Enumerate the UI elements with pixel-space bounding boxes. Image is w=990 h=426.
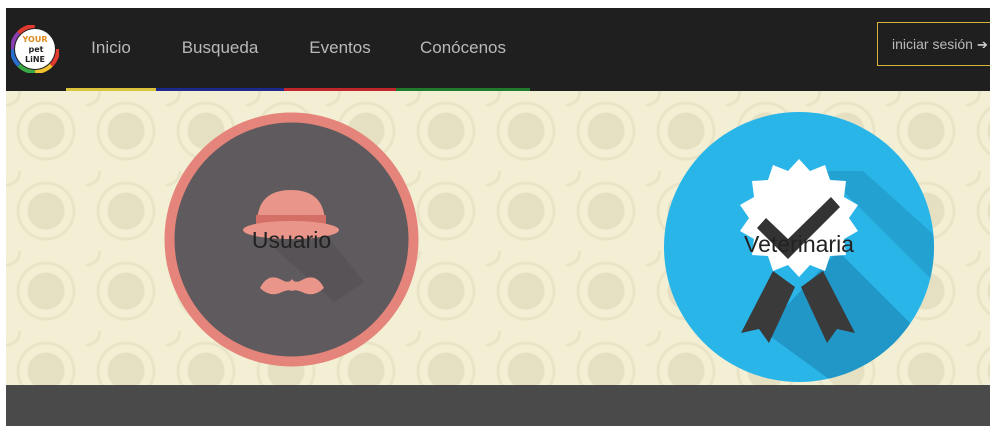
nav-item-label: Eventos bbox=[309, 38, 371, 57]
veterinaria-card-label: Veterinaria bbox=[744, 231, 854, 257]
hero-section: Usuario Veterinaria bbox=[6, 91, 990, 385]
logo-line-3: LiNE bbox=[25, 55, 45, 64]
nav-item-busqueda[interactable]: Busqueda bbox=[156, 8, 284, 91]
nav-item-conocenos[interactable]: Conócenos bbox=[396, 8, 530, 91]
veterinaria-card[interactable]: Veterinaria bbox=[663, 111, 935, 383]
usuario-card[interactable]: Usuario bbox=[164, 112, 419, 367]
login-button[interactable]: iniciar sesión ➔ bbox=[877, 22, 990, 66]
nav-item-label: Busqueda bbox=[181, 38, 259, 57]
usuario-card-label: Usuario bbox=[251, 227, 332, 253]
navbar: YOUR pet LiNE Inicio Busqueda Eventos Co… bbox=[6, 8, 990, 91]
nav-item-label: Conócenos bbox=[419, 38, 506, 57]
logo-icon: YOUR pet LiNE bbox=[10, 24, 60, 74]
logo-line-1: YOUR bbox=[22, 35, 48, 44]
login-button-label: iniciar sesión bbox=[892, 36, 973, 52]
logo-line-2: pet bbox=[29, 45, 44, 54]
nav-item-eventos[interactable]: Eventos bbox=[284, 8, 396, 91]
page-frame: YOUR pet LiNE Inicio Busqueda Eventos Co… bbox=[6, 8, 990, 426]
brand-logo[interactable]: YOUR pet LiNE bbox=[10, 24, 60, 74]
sign-in-icon: ➔ bbox=[976, 37, 988, 52]
content-band bbox=[6, 385, 990, 426]
nav-item-label: Inicio bbox=[91, 38, 131, 57]
nav-item-inicio[interactable]: Inicio bbox=[66, 8, 156, 91]
